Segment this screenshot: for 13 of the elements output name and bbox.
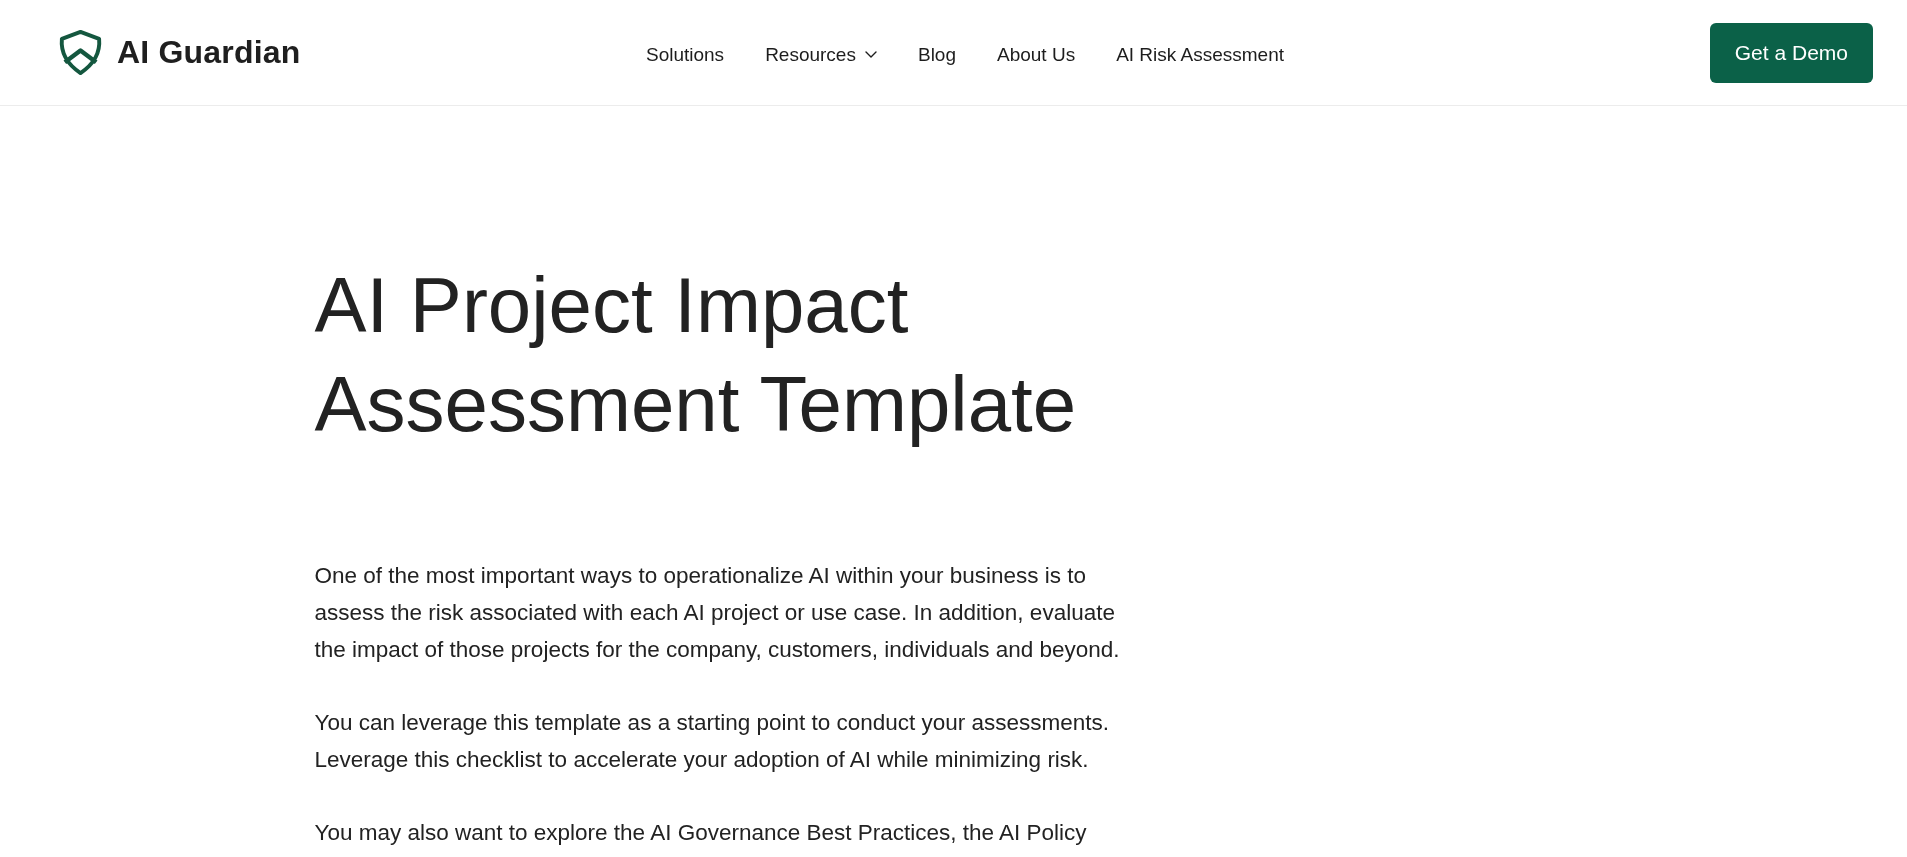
- nav-link[interactable]: AI Risk Assessment: [1116, 43, 1285, 66]
- nav-link[interactable]: Resources: [765, 43, 877, 66]
- body-paragraph: You may also want to explore the AI Governance Best Practices, the AI Policy: [314, 819, 1087, 847]
- page-title: AI Project Impact Assessment Template: [314, 260, 1078, 450]
- logo-text[interactable]: AI Guardian: [117, 34, 301, 71]
- demo-button[interactable]: Get a Demo: [1709, 22, 1873, 83]
- shield-icon[interactable]: [57, 29, 104, 76]
- body-paragraph: One of the most important ways to operationalize AI within your business is to assess the risk associated with each AI project or use case. In addition, evaluate the impact of those projects for the company, customers, individuals and beyond.: [314, 562, 1120, 664]
- nav-link[interactable]: Solutions: [645, 43, 725, 66]
- nav-link[interactable]: About Us: [997, 43, 1076, 66]
- chevron-down-icon: [864, 51, 877, 58]
- body-paragraph: You can leverage this template as a starting point to conduct your assessments. Leverage this checklist to accelerate your adoption of AI while minimizing risk.: [314, 709, 1110, 774]
- nav-link[interactable]: Blog: [917, 43, 956, 66]
